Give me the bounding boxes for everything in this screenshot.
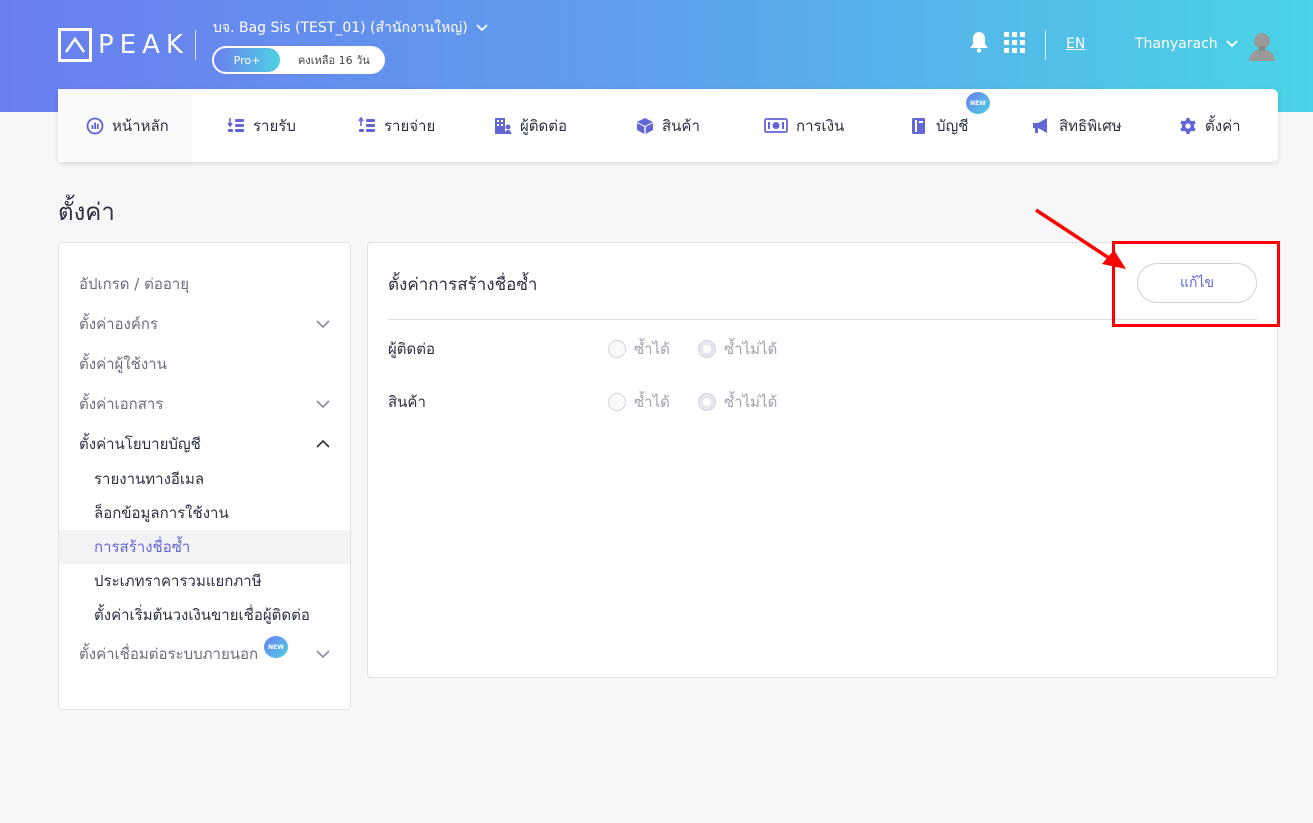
annotation-highlight-box — [1112, 241, 1280, 327]
sidebar-item-label: รายงานทางอีเมล — [94, 470, 205, 488]
nav-label: บัญชี — [936, 116, 969, 135]
chevron-down-icon — [1226, 40, 1238, 48]
sidebar-item-label: ตั้งค่าเชื่อมต่อระบบภายนอก — [79, 645, 259, 663]
logo-text: PEAK — [98, 30, 189, 60]
chevron-up-icon — [316, 440, 330, 448]
plan-status[interactable]: Pro+ คงเหลือ 16 วัน — [212, 46, 385, 74]
sidebar-subitem-activity-log[interactable]: ล็อกข้อมูลการใช้งาน — [59, 496, 350, 530]
sidebar-item-label: ตั้งค่าองค์กร — [79, 315, 159, 333]
sidebar-item-label: ตั้งค่านโยบายบัญชี — [79, 435, 201, 453]
nav-item-products[interactable]: สินค้า — [636, 89, 700, 162]
product-box-icon — [636, 117, 654, 135]
sidebar-item-users[interactable]: ตั้งค่าผู้ใช้งาน — [59, 344, 350, 384]
nav-label: ผู้ติดต่อ — [520, 116, 568, 135]
header-divider-right — [1045, 30, 1046, 60]
nav-label: รายจ่าย — [384, 116, 436, 135]
sidebar-item-organization[interactable]: ตั้งค่าองค์กร — [59, 304, 350, 344]
sidebar-subitem-email-report[interactable]: รายงานทางอีเมล — [59, 462, 350, 496]
ledger-icon — [910, 117, 928, 135]
sidebar-subitem-duplicate-names[interactable]: การสร้างชื่อซ้ำ — [59, 530, 350, 564]
header-divider — [195, 30, 196, 60]
new-badge: NEW — [264, 636, 288, 658]
nav-label: สินค้า — [662, 116, 700, 135]
sidebar-item-label: ตั้งค่าเอกสาร — [79, 395, 164, 413]
radio-label: ซ้ำไม่ได้ — [724, 393, 778, 411]
radio-circle-checked — [698, 340, 716, 358]
dashboard-icon — [86, 117, 104, 135]
radio-circle-checked — [698, 393, 716, 411]
nav-item-income[interactable]: รายรับ — [227, 89, 296, 162]
nav-item-settings[interactable]: ตั้งค่า — [1179, 89, 1241, 162]
expense-icon — [358, 116, 376, 135]
nav-item-privileges[interactable]: สิทธิพิเศษ — [1031, 89, 1122, 162]
setting-label-contacts: ผู้ติดต่อ — [388, 340, 436, 358]
radio-circle — [608, 340, 626, 358]
sidebar-subitem-credit-limit[interactable]: ตั้งค่าเริ่มต้นวงเงินขายเชื่อผู้ติดต่อ — [59, 598, 350, 632]
bell-icon[interactable] — [969, 31, 989, 57]
sidebar-item-documents[interactable]: ตั้งค่าเอกสาร — [59, 384, 350, 424]
user-menu[interactable]: Thanyarach — [1135, 36, 1238, 52]
plan-badge: Pro+ — [214, 48, 280, 72]
radio-products-allow[interactable]: ซ้ำได้ — [608, 390, 670, 414]
megaphone-icon — [1031, 117, 1051, 135]
income-icon — [227, 117, 245, 135]
gear-icon — [1179, 117, 1197, 135]
radio-contacts-deny[interactable]: ซ้ำไม่ได้ — [698, 337, 777, 361]
company-selector[interactable]: บจ. Bag Sis (TEST_01) (สำนักงานใหญ่) — [213, 17, 488, 39]
page-title: ตั้งค่า — [58, 198, 115, 226]
sidebar-item-label: ตั้งค่าเริ่มต้นวงเงินขายเชื่อผู้ติดต่อ — [94, 606, 310, 624]
nav-label: หน้าหลัก — [112, 116, 169, 135]
radio-circle — [608, 393, 626, 411]
sidebar-item-label: ตั้งค่าผู้ใช้งาน — [79, 355, 167, 373]
sidebar-item-upgrade[interactable]: อัปเกรด / ต่ออายุ — [59, 264, 350, 304]
sidebar-item-label: ล็อกข้อมูลการใช้งาน — [94, 504, 229, 522]
sidebar-item-accounting-policy[interactable]: ตั้งค่านโยบายบัญชี — [59, 424, 350, 464]
chevron-down-icon — [316, 400, 330, 408]
panel-title: ตั้งค่าการสร้างชื่อซ้ำ — [388, 275, 538, 295]
nav-label: สิทธิพิเศษ — [1059, 116, 1122, 135]
chevron-down-icon — [316, 650, 330, 658]
contacts-icon — [494, 117, 512, 135]
nav-item-contacts[interactable]: ผู้ติดต่อ — [494, 89, 567, 162]
radio-label: ซ้ำไม่ได้ — [724, 340, 778, 358]
sidebar-item-label: การสร้างชื่อซ้ำ — [94, 538, 191, 556]
radio-label: ซ้ำได้ — [634, 393, 670, 411]
radio-contacts-allow[interactable]: ซ้ำได้ — [608, 337, 670, 361]
sidebar-subitem-price-tax-type[interactable]: ประเภทราคารวมแยกภาษี — [59, 564, 350, 598]
settings-sidebar: อัปเกรด / ต่ออายุ ตั้งค่าองค์กร ตั้งค่าผ… — [58, 242, 351, 710]
company-name: บจ. Bag Sis (TEST_01) (สำนักงานใหญ่) — [213, 20, 468, 36]
nav-label: การเงิน — [796, 116, 845, 135]
chevron-down-icon — [476, 24, 488, 32]
nav-label: ตั้งค่า — [1205, 116, 1241, 135]
chevron-down-icon — [316, 320, 330, 328]
radio-label: ซ้ำได้ — [634, 340, 670, 358]
new-badge: NEW — [966, 92, 990, 114]
setting-label-products: สินค้า — [388, 393, 426, 411]
nav-label: รายรับ — [253, 116, 296, 135]
avatar[interactable] — [1248, 30, 1276, 62]
username-label: Thanyarach — [1135, 36, 1218, 52]
radio-products-deny[interactable]: ซ้ำไม่ได้ — [698, 390, 777, 414]
nav-item-expense[interactable]: รายจ่าย — [358, 89, 435, 162]
language-switch[interactable]: EN — [1066, 36, 1085, 52]
apps-grid-icon[interactable] — [1004, 32, 1025, 53]
annotation-arrow-icon — [1035, 208, 1126, 269]
sidebar-item-integrations[interactable]: ตั้งค่าเชื่อมต่อระบบภายนอก — [59, 634, 350, 674]
plan-remaining: คงเหลือ 16 วัน — [298, 54, 370, 67]
nav-item-accounting[interactable]: บัญชี — [910, 89, 968, 162]
nav-item-finance[interactable]: การเงิน — [764, 89, 844, 162]
peak-logo[interactable]: PEAK — [58, 28, 189, 62]
sidebar-item-label: อัปเกรด / ต่ออายุ — [79, 275, 190, 293]
sidebar-item-label: ประเภทราคารวมแยกภาษี — [94, 572, 262, 590]
money-icon — [764, 117, 788, 135]
logo-mark-icon — [58, 28, 92, 62]
main-navbar: หน้าหลัก รายรับ รายจ่าย ผู้ติดต่อ สินค้า… — [58, 89, 1278, 162]
nav-item-home[interactable]: หน้าหลัก — [58, 89, 192, 162]
